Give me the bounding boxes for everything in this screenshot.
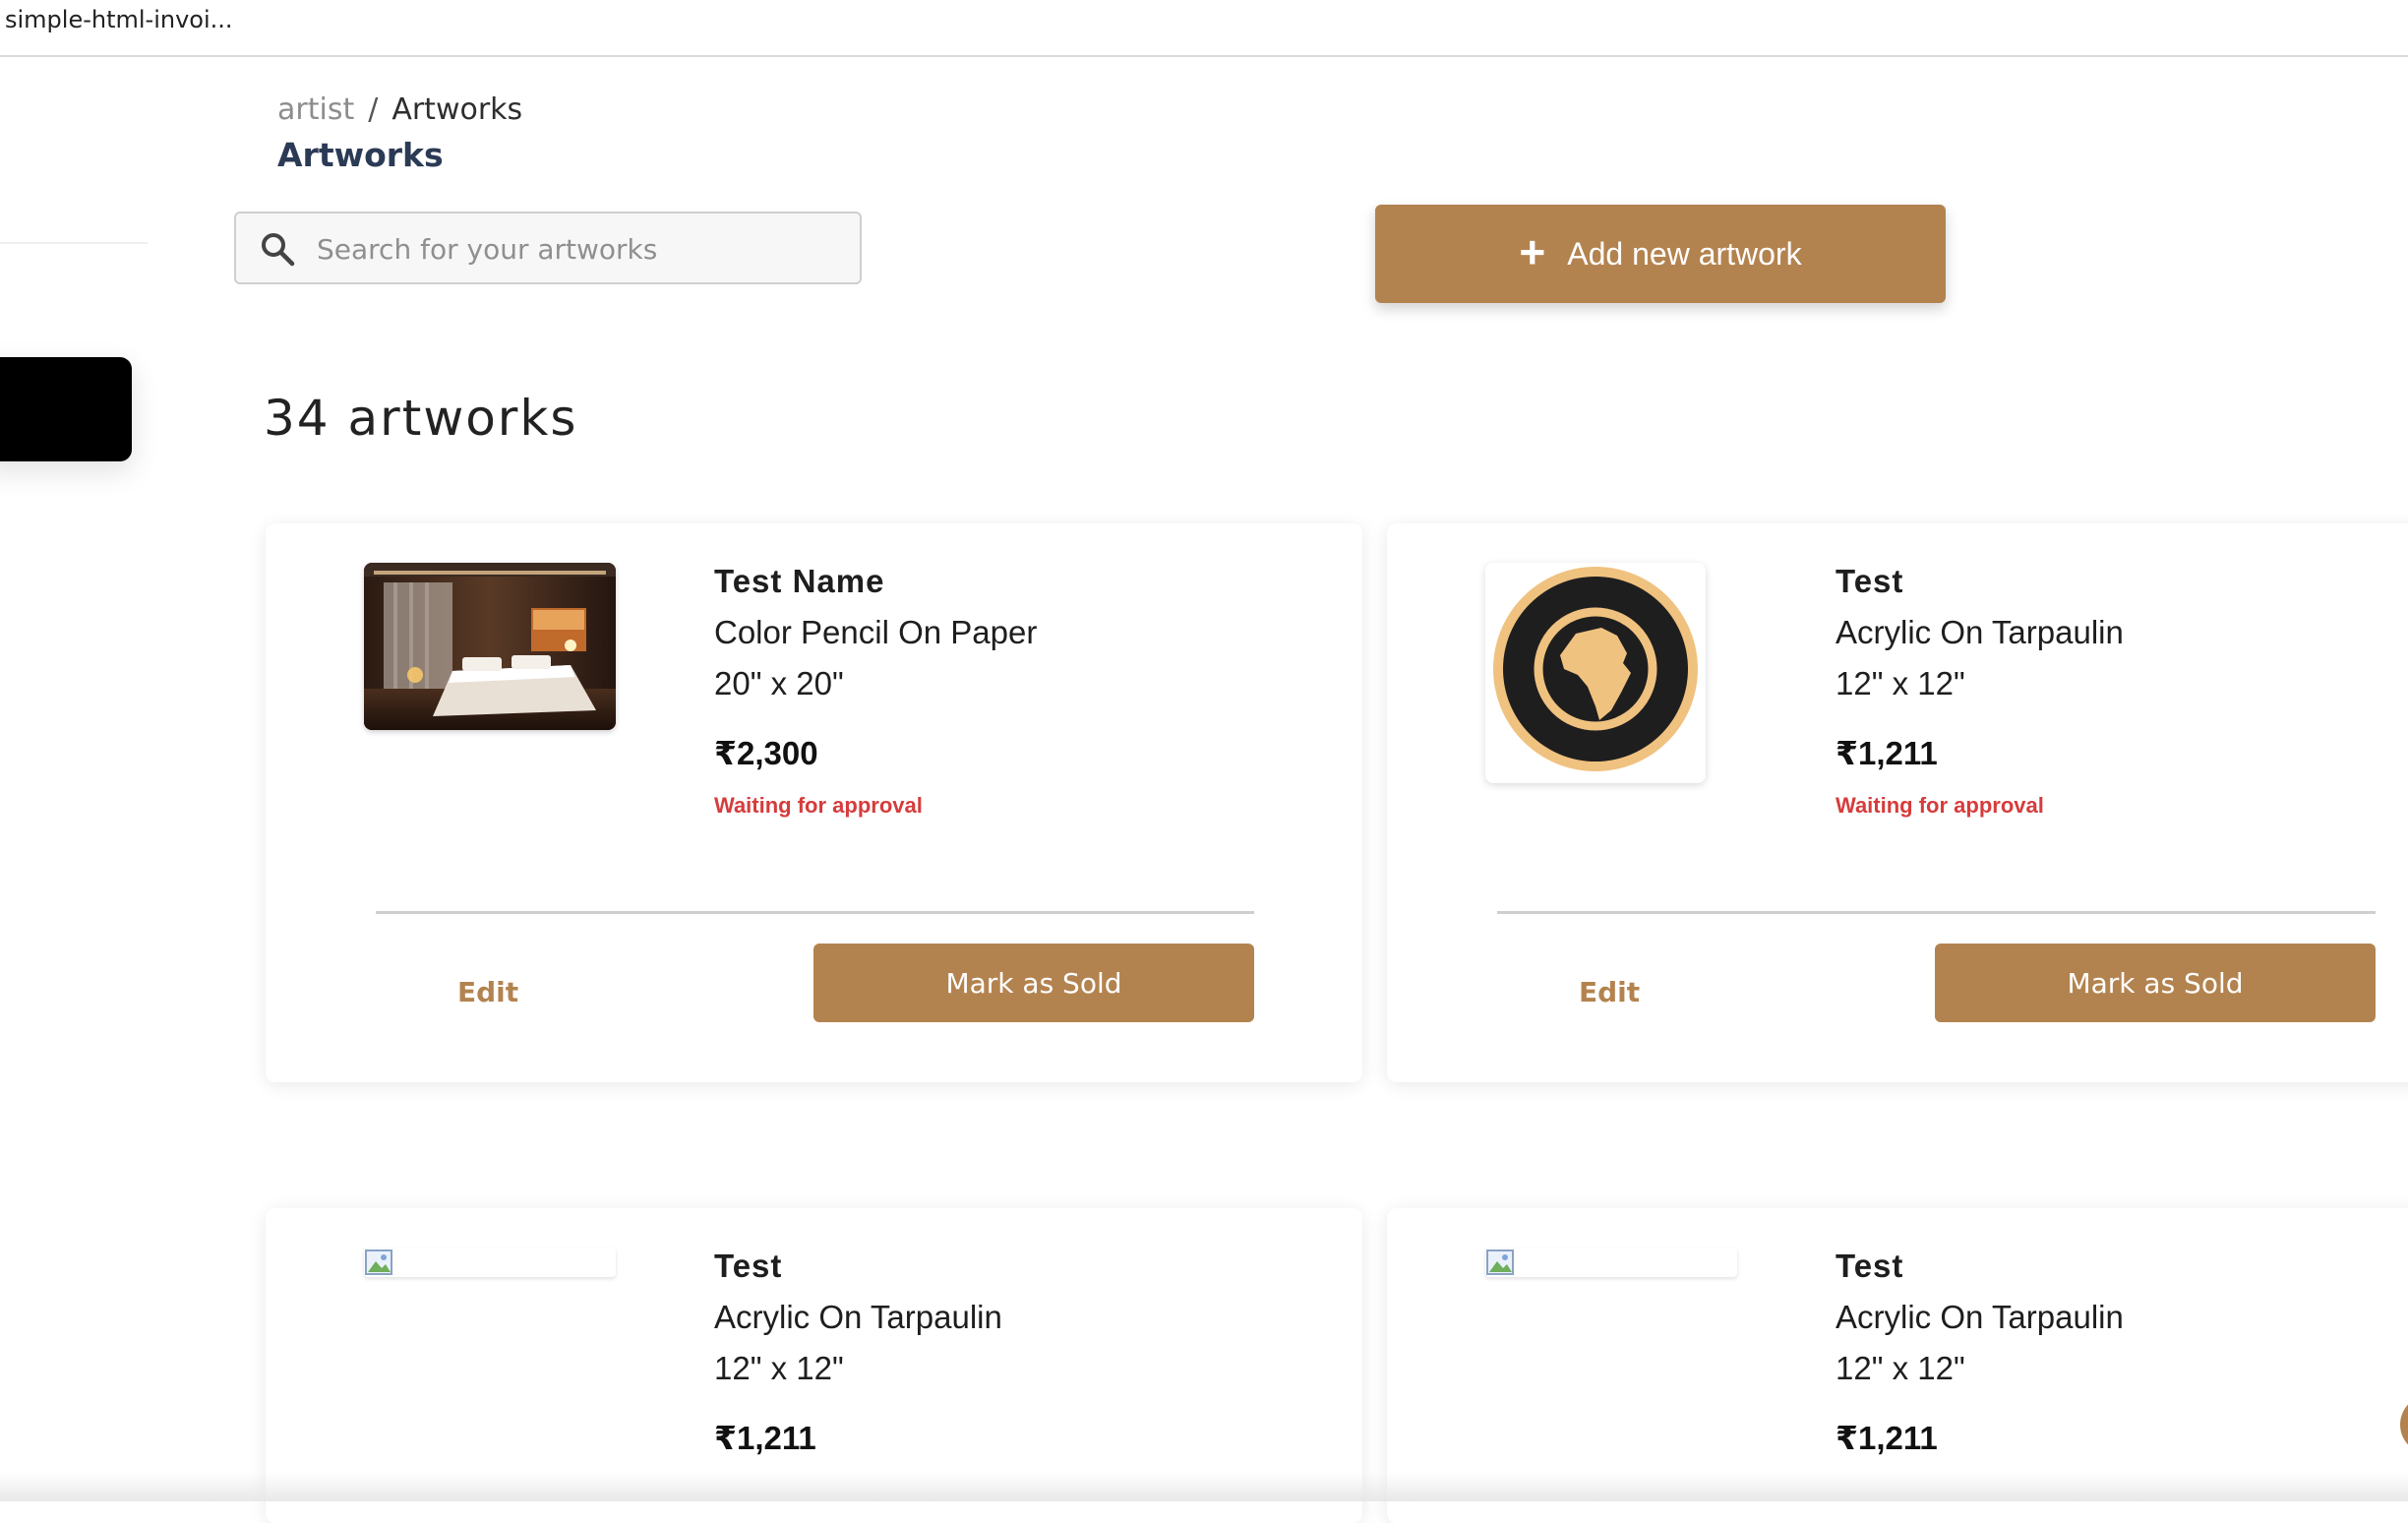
artwork-info: Test Acrylic On Tarpaulin 12" x 12" ₹1,2… xyxy=(1836,563,2124,819)
artwork-card: Test Name Color Pencil On Paper 20" x 20… xyxy=(266,523,1362,1082)
browser-tab-bar: simple-html-invoi... xyxy=(0,0,2408,57)
artwork-size: 12" x 12" xyxy=(1836,1350,1965,1386)
artwork-info: Test Name Color Pencil On Paper 20" x 20… xyxy=(714,563,1037,819)
mark-as-sold-button[interactable]: Mark as Sold xyxy=(1935,944,2376,1022)
plus-icon: + xyxy=(1519,226,1546,277)
breadcrumb-separator: / xyxy=(368,92,379,127)
artwork-name: Test xyxy=(1836,1248,1904,1284)
sidebar-active-item[interactable] xyxy=(0,357,132,461)
artwork-card: Test Acrylic On Tarpaulin 12" x 12" ₹1,2… xyxy=(1387,523,2408,1082)
artwork-medium: Acrylic On Tarpaulin xyxy=(1836,1299,2124,1335)
artwork-medium: Acrylic On Tarpaulin xyxy=(1836,614,2124,650)
artwork-price: ₹1,211 xyxy=(1836,1420,1938,1456)
sidebar-divider xyxy=(0,242,148,244)
bedroom-image xyxy=(364,563,616,730)
artwork-thumbnail[interactable] xyxy=(1485,1248,1737,1277)
broken-image-icon xyxy=(365,1249,392,1275)
artwork-count: 34 artworks xyxy=(264,390,578,447)
artwork-medium: Acrylic On Tarpaulin xyxy=(714,1299,1002,1335)
breadcrumb: artist / Artworks xyxy=(277,92,522,127)
browser-tab-title[interactable]: simple-html-invoi... xyxy=(5,6,233,33)
globe-icon xyxy=(1493,567,1698,771)
add-new-artwork-button[interactable]: + Add new artwork xyxy=(1375,205,1946,303)
status-badge: Waiting for approval xyxy=(714,793,923,818)
card-divider xyxy=(1497,911,2376,914)
artwork-size: 12" x 12" xyxy=(1836,665,1965,701)
bottom-scroll-fade xyxy=(0,1472,2408,1501)
artwork-thumbnail[interactable] xyxy=(364,1248,616,1277)
card-divider xyxy=(376,911,1254,914)
artwork-thumbnail[interactable] xyxy=(1485,563,1706,783)
page-title: Artworks xyxy=(277,136,444,174)
edit-button[interactable]: Edit xyxy=(457,976,518,1008)
artwork-price: ₹1,211 xyxy=(1836,735,1938,771)
artwork-price: ₹2,300 xyxy=(714,735,818,771)
breadcrumb-current: Artworks xyxy=(391,92,523,127)
search-input[interactable] xyxy=(315,223,850,274)
status-badge: Waiting for approval xyxy=(1836,793,2044,818)
breadcrumb-artist-link[interactable]: artist xyxy=(277,92,354,127)
broken-image-icon xyxy=(1486,1249,1514,1275)
artwork-name: Test Name xyxy=(714,563,885,599)
artwork-price: ₹1,211 xyxy=(714,1420,816,1456)
artwork-medium: Color Pencil On Paper xyxy=(714,614,1038,650)
artwork-thumbnail[interactable] xyxy=(364,563,616,730)
search-icon xyxy=(262,233,295,267)
artwork-size: 12" x 12" xyxy=(714,1350,844,1386)
artwork-name: Test xyxy=(714,1248,783,1284)
artwork-info: Test Acrylic On Tarpaulin 12" x 12" ₹1,2… xyxy=(1836,1248,2124,1478)
artwork-info: Test Acrylic On Tarpaulin 12" x 12" ₹1,2… xyxy=(714,1248,1002,1478)
search-box xyxy=(234,212,862,284)
mark-as-sold-button[interactable]: Mark as Sold xyxy=(813,944,1254,1022)
edit-button[interactable]: Edit xyxy=(1579,976,1640,1008)
artwork-size: 20" x 20" xyxy=(714,665,844,701)
artwork-name: Test xyxy=(1836,563,1904,599)
add-new-artwork-label: Add new artwork xyxy=(1567,235,1802,272)
